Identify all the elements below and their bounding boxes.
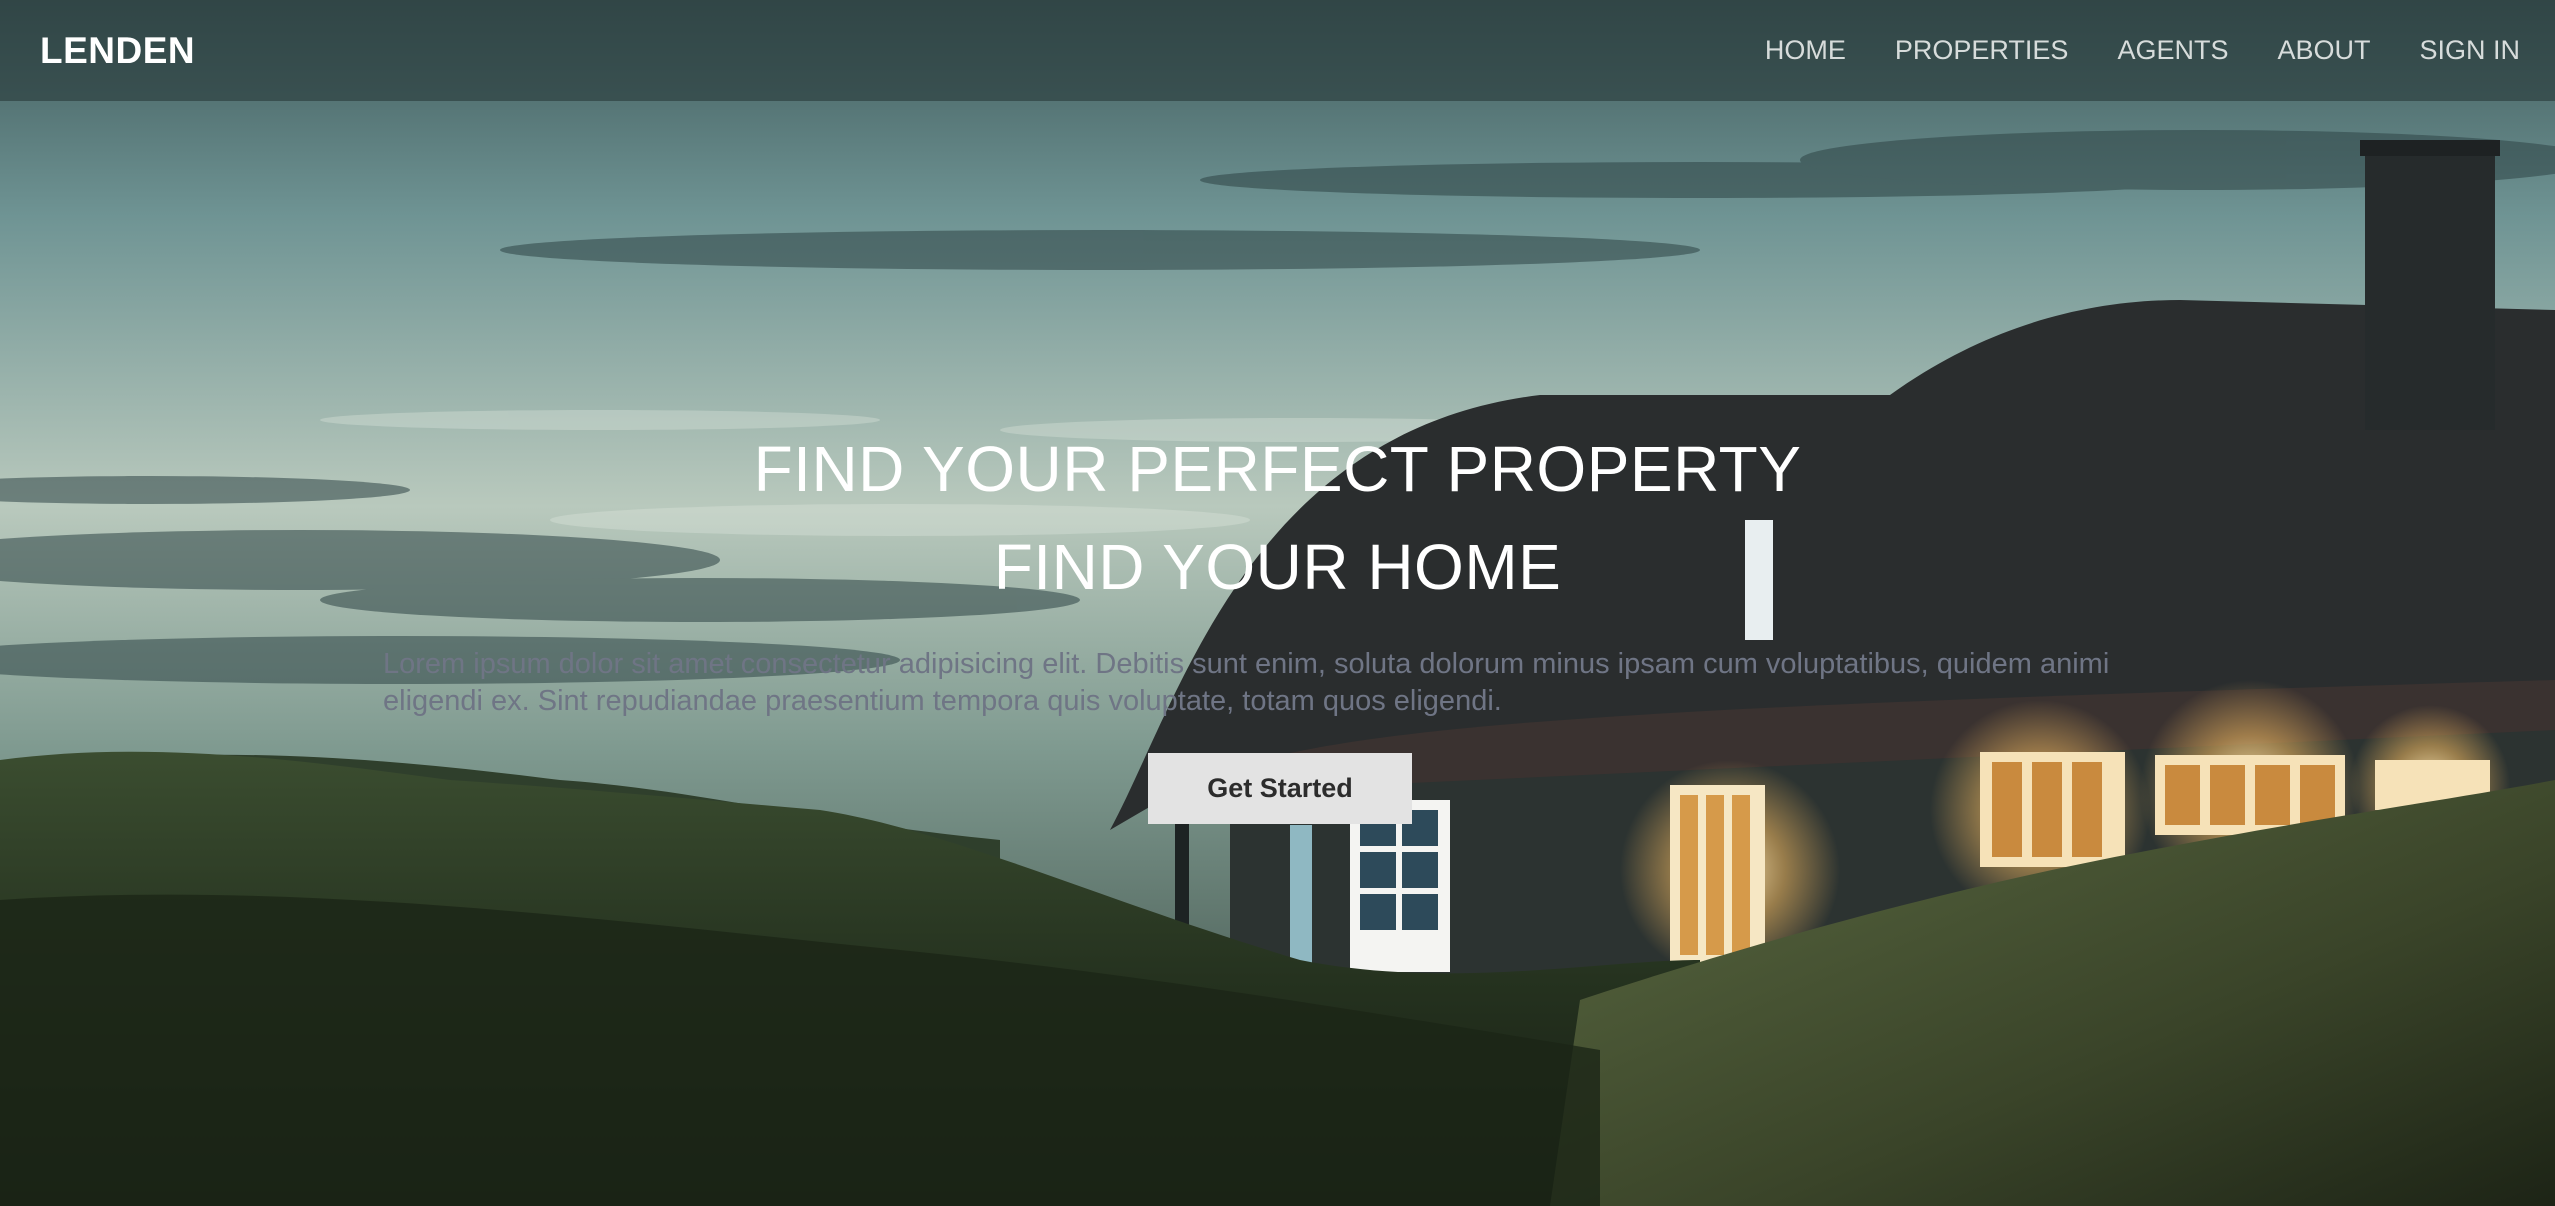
get-started-button[interactable]: Get Started [1148, 753, 1412, 824]
nav-link-about[interactable]: ABOUT [2277, 35, 2370, 66]
nav-link-agents[interactable]: AGENTS [2117, 35, 2228, 66]
hero-subheadline: FIND YOUR HOME [993, 531, 1562, 603]
nav-menu: HOME PROPERTIES AGENTS ABOUT SIGN IN [1765, 35, 2520, 66]
hero-headline: FIND YOUR PERFECT PROPERTY [753, 433, 1802, 505]
nav-link-sign-in[interactable]: SIGN IN [2419, 35, 2520, 66]
nav-link-home[interactable]: HOME [1765, 35, 1846, 66]
brand-logo[interactable]: LENDEN [40, 30, 195, 72]
hero-section: LENDEN HOME PROPERTIES AGENTS ABOUT SIGN… [0, 0, 2555, 1206]
hero-description: Lorem ipsum dolor sit amet consectetur a… [383, 648, 2110, 717]
hero-headline-block: FIND YOUR PERFECT PROPERTY FIND YOUR HOM… [0, 420, 2555, 616]
top-navbar: LENDEN HOME PROPERTIES AGENTS ABOUT SIGN… [0, 0, 2555, 101]
nav-link-properties[interactable]: PROPERTIES [1895, 35, 2069, 66]
